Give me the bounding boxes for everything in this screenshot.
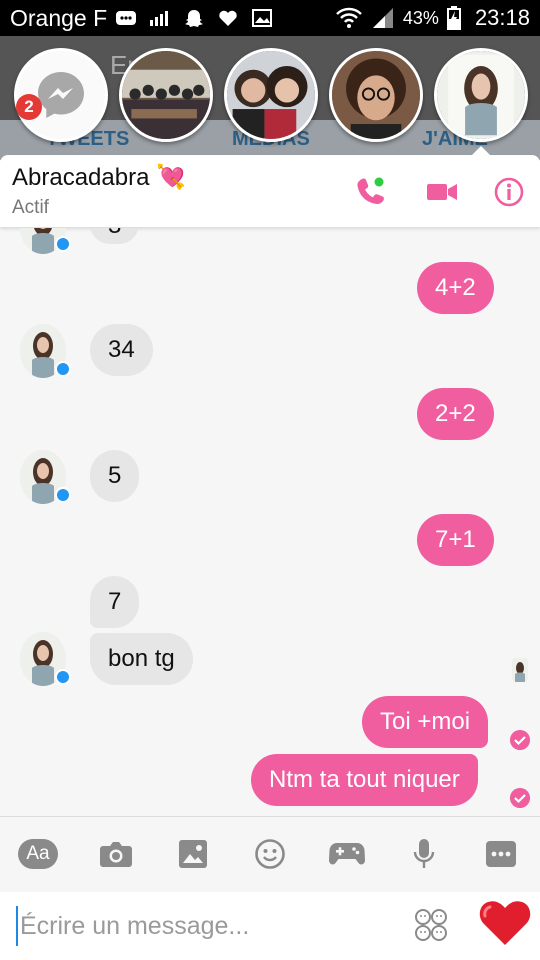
conversation-header: Abracadabra 💘 Actif: [0, 155, 540, 227]
chat-heads-bar: 2: [0, 48, 540, 144]
group-photo-avatar: [122, 51, 210, 139]
active-status: Actif: [12, 197, 49, 218]
chat-head-girl-glasses[interactable]: [329, 48, 423, 142]
seen-by-avatar: [512, 658, 528, 682]
messenger-badge-icon: [55, 236, 71, 252]
active-head-caret: [472, 146, 490, 155]
aa-label: Aa: [26, 843, 50, 864]
microphone-icon: [413, 839, 435, 868]
outgoing-message-bubble[interactable]: 7+1: [417, 514, 494, 566]
gallery-button[interactable]: [173, 837, 213, 871]
carrier-label: Orange F: [10, 4, 108, 31]
text-format-button[interactable]: Aa: [18, 837, 58, 871]
messenger-badge-icon: [55, 361, 71, 377]
image-gallery-icon: [179, 840, 207, 868]
message-input[interactable]: [16, 906, 396, 946]
unread-count-badge: 2: [16, 94, 42, 120]
camera-icon: [100, 842, 132, 867]
incoming-message-bubble[interactable]: 5: [90, 450, 140, 502]
chat-head-abracadabra[interactable]: [434, 48, 528, 142]
message-list[interactable]: 3 4+2 34 2+2 5 7+1 7 bon tg Toi +moi Ntm…: [0, 228, 540, 816]
girl-glasses-avatar: [332, 51, 420, 139]
signal-bars-notification-icon: [150, 11, 169, 26]
outgoing-message-bubble[interactable]: Ntm ta tout niquer: [251, 754, 478, 806]
incoming-message-bubble[interactable]: 34: [90, 324, 153, 376]
more-dots-icon: [486, 841, 516, 867]
friends-selfie-avatar: [227, 51, 315, 139]
composer-toolbar: Aa: [0, 816, 540, 892]
incoming-message-bubble[interactable]: 3: [90, 228, 140, 244]
snapchat-ghost-icon: [185, 10, 204, 27]
video-call-icon[interactable]: [425, 175, 459, 209]
image-notification-icon: [252, 9, 273, 27]
stickers-icon[interactable]: [414, 908, 448, 942]
cell-signal-icon: [372, 8, 393, 28]
heart-notification-icon: [219, 10, 237, 26]
emoji-button[interactable]: [250, 837, 290, 871]
incoming-message-bubble[interactable]: 7: [90, 576, 140, 628]
outgoing-message-bubble[interactable]: 2+2: [417, 388, 494, 440]
delivered-check-icon: [510, 788, 530, 808]
more-options-button[interactable]: [481, 837, 521, 871]
conversation-info-icon[interactable]: [492, 175, 526, 209]
chat-head-group-photo[interactable]: [119, 48, 213, 142]
wifi-icon: [336, 7, 362, 28]
outgoing-message-bubble[interactable]: Toi +moi: [362, 696, 489, 748]
clock: 23:18: [474, 5, 530, 30]
chat-head-friends-selfie[interactable]: [224, 48, 318, 142]
voice-call-icon[interactable]: [354, 175, 388, 209]
voice-record-button[interactable]: [404, 837, 444, 871]
heart-like-icon[interactable]: [478, 898, 532, 948]
message-composer: [0, 892, 540, 960]
conversation-title[interactable]: Abracadabra 💘: [12, 163, 186, 192]
games-button[interactable]: [327, 837, 367, 871]
incoming-message-bubble[interactable]: bon tg: [90, 633, 193, 685]
messenger-badge-icon: [55, 669, 71, 685]
messenger-logo-icon: [38, 72, 84, 118]
battery-percentage: 43%: [402, 7, 439, 28]
game-controller-icon: [329, 843, 365, 865]
message-notification-icon: [116, 11, 137, 25]
outgoing-message-bubble[interactable]: 4+2: [417, 262, 494, 314]
smiley-icon: [255, 839, 285, 869]
messenger-badge-icon: [55, 487, 71, 503]
status-bar: Orange F 43% 23:18: [0, 0, 540, 36]
camera-button[interactable]: [96, 837, 136, 871]
battery-charging-icon: [446, 6, 461, 30]
delivered-check-icon: [510, 730, 530, 750]
abracadabra-avatar: [437, 51, 525, 139]
